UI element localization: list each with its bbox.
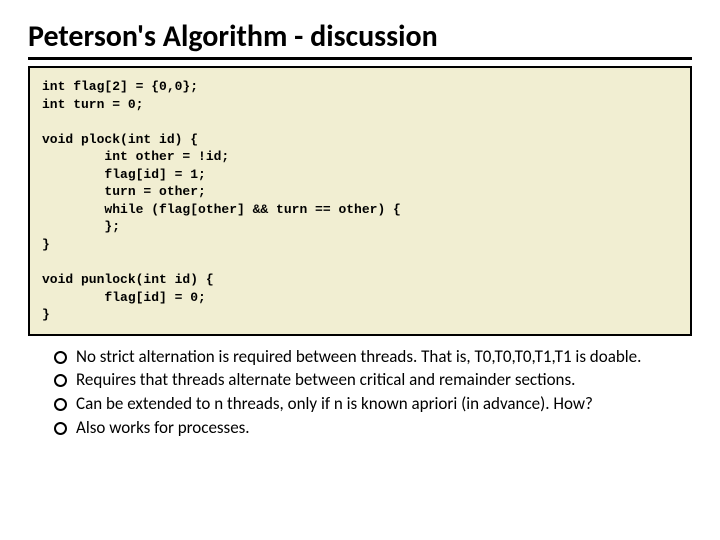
list-item: Also works for processes. (76, 417, 672, 439)
list-item: No strict alternation is required betwee… (76, 346, 672, 368)
slide: Peterson's Algorithm - discussion int fl… (0, 0, 720, 540)
code-block: int flag[2] = {0,0}; int turn = 0; void … (28, 66, 692, 336)
list-item: Requires that threads alternate between … (76, 369, 672, 391)
bullet-list: No strict alternation is required betwee… (28, 346, 692, 439)
page-title: Peterson's Algorithm - discussion (28, 18, 692, 60)
list-item: Can be extended to n threads, only if n … (76, 393, 672, 415)
